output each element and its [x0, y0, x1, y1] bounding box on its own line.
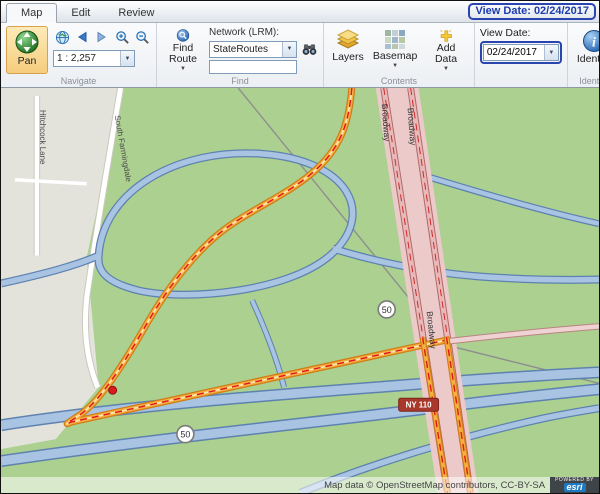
previous-extent-button[interactable]: [73, 28, 91, 46]
basemap-label: Basemap: [373, 51, 417, 63]
route-search-input[interactable]: [209, 60, 297, 74]
ny-110-shield-label: NY 110: [406, 401, 433, 410]
view-date-label: View Date:: [480, 27, 562, 39]
scale-dropdown-arrow[interactable]: ▼: [120, 51, 134, 66]
zoom-out-button[interactable]: [133, 28, 151, 46]
route-50-shield-lower: 50: [177, 426, 194, 443]
map-attribution-text: Map data © OpenStreetMap contributors, C…: [324, 480, 545, 491]
find-route-button[interactable]: Find Route ▼: [162, 26, 204, 74]
navigate-controls: 1 : 2,257 ▼: [53, 26, 151, 74]
find-route-icon: [172, 29, 194, 42]
zoom-out-icon: [135, 30, 150, 45]
map-attribution-bar: Map data © OpenStreetMap contributors, C…: [1, 477, 599, 493]
basemap-button[interactable]: Basemap ▼: [372, 26, 418, 74]
identify-group-caption: Identify: [568, 76, 600, 86]
layers-button[interactable]: Layers: [329, 26, 367, 74]
esri-logo: POWERED BY esri: [550, 477, 599, 493]
navigate-group-caption: Navigate: [1, 76, 156, 86]
route-50-shield-upper-label: 50: [382, 305, 392, 315]
basemap-dropdown-arrow: ▼: [392, 64, 398, 68]
point-event-marker[interactable]: [109, 386, 117, 394]
add-data-dropdown-arrow: ▼: [443, 67, 449, 71]
hitchcock-lane-label: Hitchcock Lane: [38, 110, 47, 165]
back-arrow-icon: [76, 31, 88, 43]
svg-text:i: i: [592, 36, 596, 51]
event-editor-window: Map Edit Review View Date: 02/24/2017 Pa…: [0, 0, 600, 494]
ribbon-tab-bar: Map Edit Review View Date: 02/24/2017: [1, 1, 599, 23]
network-panel: Network (LRM): StateRoutes ▼: [209, 26, 318, 74]
ny-110-shield: NY 110: [399, 398, 439, 411]
map-scale-combobox[interactable]: 1 : 2,257 ▼: [53, 50, 135, 67]
zoom-in-button[interactable]: [113, 28, 131, 46]
ribbon-group-contents: Layers Basemap ▼ Add Data ▼: [324, 23, 475, 87]
network-dropdown-arrow[interactable]: ▼: [282, 42, 296, 57]
tab-map[interactable]: Map: [6, 3, 57, 23]
view-date-dropdown-arrow[interactable]: ▼: [544, 45, 558, 60]
map-graphics: 50 50 NY 110 Hitchcock Lane South Farmin…: [1, 88, 599, 493]
find-route-label: Find Route: [166, 43, 200, 66]
layers-label: Layers: [332, 52, 364, 64]
view-date-field-callout: ▼: [480, 41, 562, 64]
binoculars-icon: [301, 43, 318, 56]
add-data-label: Add Data: [427, 43, 465, 66]
ribbon: Pan: [1, 23, 599, 88]
zoom-in-icon: [115, 30, 130, 45]
map-canvas[interactable]: 50 50 NY 110 Hitchcock Lane South Farmin…: [1, 88, 599, 493]
tab-edit[interactable]: Edit: [57, 4, 104, 22]
ribbon-group-navigate: Pan: [1, 23, 157, 87]
add-data-icon: [435, 29, 457, 42]
esri-logo-text: esri: [564, 483, 586, 492]
network-value: StateRoutes: [210, 44, 282, 55]
route-50-shield-lower-label: 50: [180, 430, 190, 440]
pan-label: Pan: [18, 56, 37, 68]
locate-route-button[interactable]: [300, 40, 318, 58]
ribbon-group-find: Find Route ▼ Network (LRM): StateRoutes …: [157, 23, 324, 87]
view-date-picker[interactable]: ▼: [483, 44, 559, 61]
view-date-callout: View Date: 02/24/2017: [468, 3, 596, 20]
route-50-shield-upper: 50: [378, 301, 395, 318]
ribbon-group-identify: i Identify Identify: [568, 23, 600, 87]
layers-icon: [336, 29, 360, 51]
contents-group-caption: Contents: [324, 76, 474, 86]
view-date-input[interactable]: [484, 45, 544, 60]
network-combobox[interactable]: StateRoutes ▼: [209, 41, 297, 58]
find-group-caption: Find: [157, 76, 323, 86]
full-extent-button[interactable]: [53, 28, 71, 46]
ribbon-group-view-date: View Date: ▼: [475, 23, 568, 87]
forward-arrow-icon: [96, 31, 108, 43]
map-scale-value: 1 : 2,257: [54, 53, 120, 64]
next-extent-button[interactable]: [93, 28, 111, 46]
identify-label: Identify: [577, 54, 600, 66]
tab-review[interactable]: Review: [104, 4, 168, 22]
identify-icon: i: [582, 29, 600, 53]
identify-button[interactable]: i Identify: [573, 26, 600, 74]
pan-button[interactable]: Pan: [6, 26, 48, 74]
find-route-dropdown-arrow: ▼: [180, 67, 186, 71]
globe-icon: [55, 30, 70, 45]
add-data-button[interactable]: Add Data ▼: [423, 26, 469, 74]
network-lrm-label: Network (LRM):: [209, 27, 318, 38]
basemap-icon: [384, 29, 406, 50]
pan-icon: [14, 29, 40, 55]
